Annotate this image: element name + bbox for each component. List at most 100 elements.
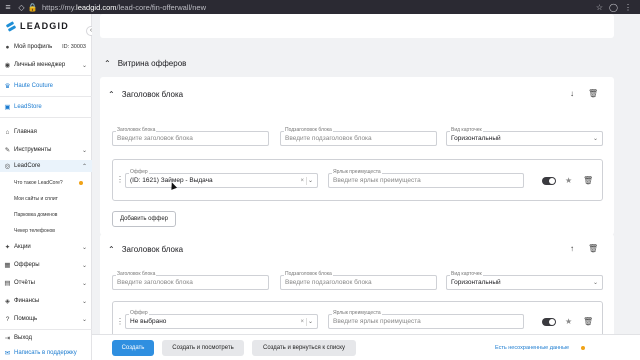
- crown-icon: ♛: [4, 82, 11, 90]
- lock-icon[interactable]: 🔒: [27, 2, 38, 13]
- offers-icon: ▦: [4, 261, 11, 269]
- card-type-select[interactable]: Горизонтальный ⌄: [446, 275, 603, 290]
- sidebar-item-label: Отчёты: [14, 280, 35, 286]
- sidebar-item-label: Офферы: [14, 262, 40, 268]
- field-label: Подзаголовок блока: [284, 127, 333, 133]
- trash-icon[interactable]: 🗑: [583, 176, 593, 185]
- divider: [0, 117, 92, 118]
- block-title-input[interactable]: Введите заголовок блока: [112, 275, 269, 290]
- section-header[interactable]: ⌃ Витрина офферов: [104, 59, 186, 68]
- sidebar-item-profile[interactable]: ● Мой профиль ID: 30003: [0, 41, 92, 53]
- sidebar-item-haute-couture[interactable]: ♛ Haute Couture: [0, 80, 92, 92]
- logo-icon: [5, 20, 17, 32]
- sidebar-item-logout[interactable]: ⇥ Выход: [0, 332, 92, 344]
- account-icon[interactable]: ◯: [609, 3, 618, 12]
- move-up-icon[interactable]: ↑: [570, 244, 574, 253]
- chevron-up-icon[interactable]: ⌃: [104, 59, 111, 68]
- menu-icon[interactable]: ≡: [0, 2, 16, 12]
- field-label: Вид карточек: [450, 127, 483, 133]
- advantage-tag-input[interactable]: Введите ярлык преимущеста: [328, 173, 524, 188]
- chevron-up-icon[interactable]: ⌃: [108, 245, 115, 254]
- sidebar-item-label: Написать в поддержку: [14, 350, 77, 356]
- divider: [0, 75, 92, 76]
- sidebar-item-reports[interactable]: ▤ Отчёты ⌄: [0, 277, 92, 289]
- sidebar-item-label: LeadCore: [14, 163, 41, 169]
- field-label: Ярлык преимущеста: [332, 169, 382, 175]
- chevron-down-icon: ⌄: [81, 147, 87, 154]
- sidebar-item-label: Финансы: [14, 298, 40, 304]
- chevron-down-icon: ⌄: [592, 136, 598, 142]
- offer-select[interactable]: (ID: 1621) Займер - Выдача × ⌄: [125, 173, 318, 188]
- block-title-input[interactable]: Введите заголовок блока: [112, 131, 269, 146]
- sidebar-subitem-phone-checker[interactable]: Чекер телефонов: [14, 228, 55, 234]
- unsaved-data-notice: Есть несохраненные данные: [495, 345, 570, 351]
- offer-select[interactable]: Не выбрано × ⌄: [125, 314, 318, 329]
- unsaved-indicator-dot: [581, 346, 585, 350]
- sidebar-item-tools[interactable]: ✎ Инструменты ⌄: [0, 144, 92, 156]
- advantage-tag-input[interactable]: Введите ярлык преимущеста: [328, 314, 524, 329]
- chevron-up-icon: ⌃: [81, 163, 87, 170]
- leadcore-icon: ◎: [4, 162, 11, 170]
- extensions-icon[interactable]: ⋮: [624, 3, 632, 12]
- address-field[interactable]: https://my.leadgid.com/lead-core/fin-off…: [42, 3, 596, 12]
- section-title: Витрина офферов: [117, 59, 187, 68]
- block-subtitle-input[interactable]: Введите подзаголовок блока: [280, 275, 437, 290]
- brand-logo[interactable]: LEADGID: [0, 14, 91, 38]
- sidebar-item-manager[interactable]: ◉ Личный менеджер ⌄: [0, 59, 92, 71]
- block-header[interactable]: ⌃ Заголовок блока: [108, 90, 183, 99]
- sidebar: LEADGID ‹ ● Мой профиль ID: 30003 ◉ Личн…: [0, 14, 96, 360]
- chevron-down-icon: ⌄: [81, 262, 87, 269]
- star-icon[interactable]: ★: [565, 317, 572, 326]
- promo-icon: ✦: [4, 243, 11, 251]
- sidebar-subitem-my-sites[interactable]: Мои сайты и сплит: [14, 196, 58, 202]
- chevron-down-icon: ⌄: [81, 244, 87, 251]
- sidebar-item-label: Мой профиль: [14, 44, 53, 50]
- new-badge-dot: [79, 181, 83, 185]
- offer-toggle[interactable]: [542, 177, 556, 185]
- sidebar-item-finance[interactable]: ◈ Финансы ⌄: [0, 295, 92, 307]
- tracking-shield-icon[interactable]: ◇: [16, 2, 27, 13]
- brand-name: LEADGID: [20, 21, 69, 31]
- form-action-bar: Создать Создать и посмотреть Создать и в…: [92, 334, 640, 360]
- trash-icon[interactable]: 🗑: [583, 317, 593, 326]
- field-label: Вид карточек: [450, 271, 483, 277]
- bookmark-star-icon[interactable]: ☆: [596, 3, 603, 12]
- star-icon[interactable]: ★: [565, 176, 572, 185]
- sidebar-item-label: Личный менеджер: [14, 62, 66, 68]
- sidebar-item-support[interactable]: ✉ Написать в поддержку: [0, 347, 92, 359]
- block-card-1: ⌃ Заголовок блока ↓ 🗑 Введите заголовок …: [100, 77, 614, 235]
- chevron-down-icon: ⌄: [81, 280, 87, 287]
- user-icon: ●: [5, 43, 10, 51]
- clear-icon[interactable]: ×: [300, 178, 304, 184]
- create-and-view-button[interactable]: Создать и посмотреть: [162, 340, 244, 356]
- field-label: Заголовок блока: [116, 271, 157, 277]
- add-offer-button[interactable]: Добавить оффер: [112, 211, 176, 227]
- manager-icon: ◉: [4, 61, 11, 69]
- sidebar-item-help[interactable]: ? Помощь ⌄: [0, 313, 92, 325]
- clear-icon[interactable]: ×: [300, 319, 304, 325]
- create-and-back-button[interactable]: Создать и вернуться к списку: [252, 340, 356, 356]
- sidebar-item-leadstore[interactable]: ▣ LeadStore: [0, 101, 92, 113]
- sidebar-subitem-domain-parking[interactable]: Парковка доменов: [14, 212, 57, 218]
- trash-icon[interactable]: 🗑: [588, 244, 598, 253]
- sidebar-item-offers[interactable]: ▦ Офферы ⌄: [0, 259, 92, 271]
- sidebar-subitem-what-is-leadcore[interactable]: Что такое LeadCore?: [14, 180, 63, 186]
- sidebar-item-home[interactable]: ⌂ Главная: [0, 126, 92, 138]
- help-icon: ?: [5, 315, 10, 323]
- trash-icon[interactable]: 🗑: [588, 89, 598, 98]
- sidebar-item-label: LeadStore: [14, 104, 42, 110]
- chevron-up-icon[interactable]: ⌃: [108, 90, 115, 99]
- chevron-down-icon: ⌄: [307, 178, 313, 184]
- sidebar-item-leadcore[interactable]: ◎ LeadCore ⌃: [0, 160, 92, 172]
- chevron-down-icon: ⌄: [592, 280, 598, 286]
- block-header[interactable]: ⌃ Заголовок блока: [108, 245, 183, 254]
- offer-row: ⋮⋮ (ID: 1621) Займер - Выдача × ⌄ Оффер Вв…: [112, 159, 603, 201]
- move-down-icon[interactable]: ↓: [570, 89, 574, 98]
- offer-toggle[interactable]: [542, 318, 556, 326]
- card-type-select[interactable]: Горизонтальный ⌄: [446, 131, 603, 146]
- sidebar-item-promo[interactable]: ✦ Акции ⌄: [0, 241, 92, 253]
- reports-icon: ▤: [4, 279, 11, 287]
- block-subtitle-input[interactable]: Введите подзаголовок блока: [280, 131, 437, 146]
- chevron-down-icon: ⌄: [81, 62, 87, 69]
- create-button[interactable]: Создать: [112, 340, 154, 356]
